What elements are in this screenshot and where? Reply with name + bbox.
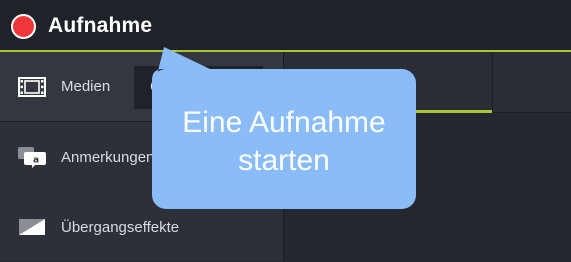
tooltip-text: Eine Aufnahme starten: [152, 104, 416, 180]
tooltip-line-1: Eine Aufnahme: [182, 106, 386, 139]
tooltip-callout: Eine Aufnahme starten: [152, 47, 416, 209]
tooltip-line-2: starten: [238, 144, 330, 177]
